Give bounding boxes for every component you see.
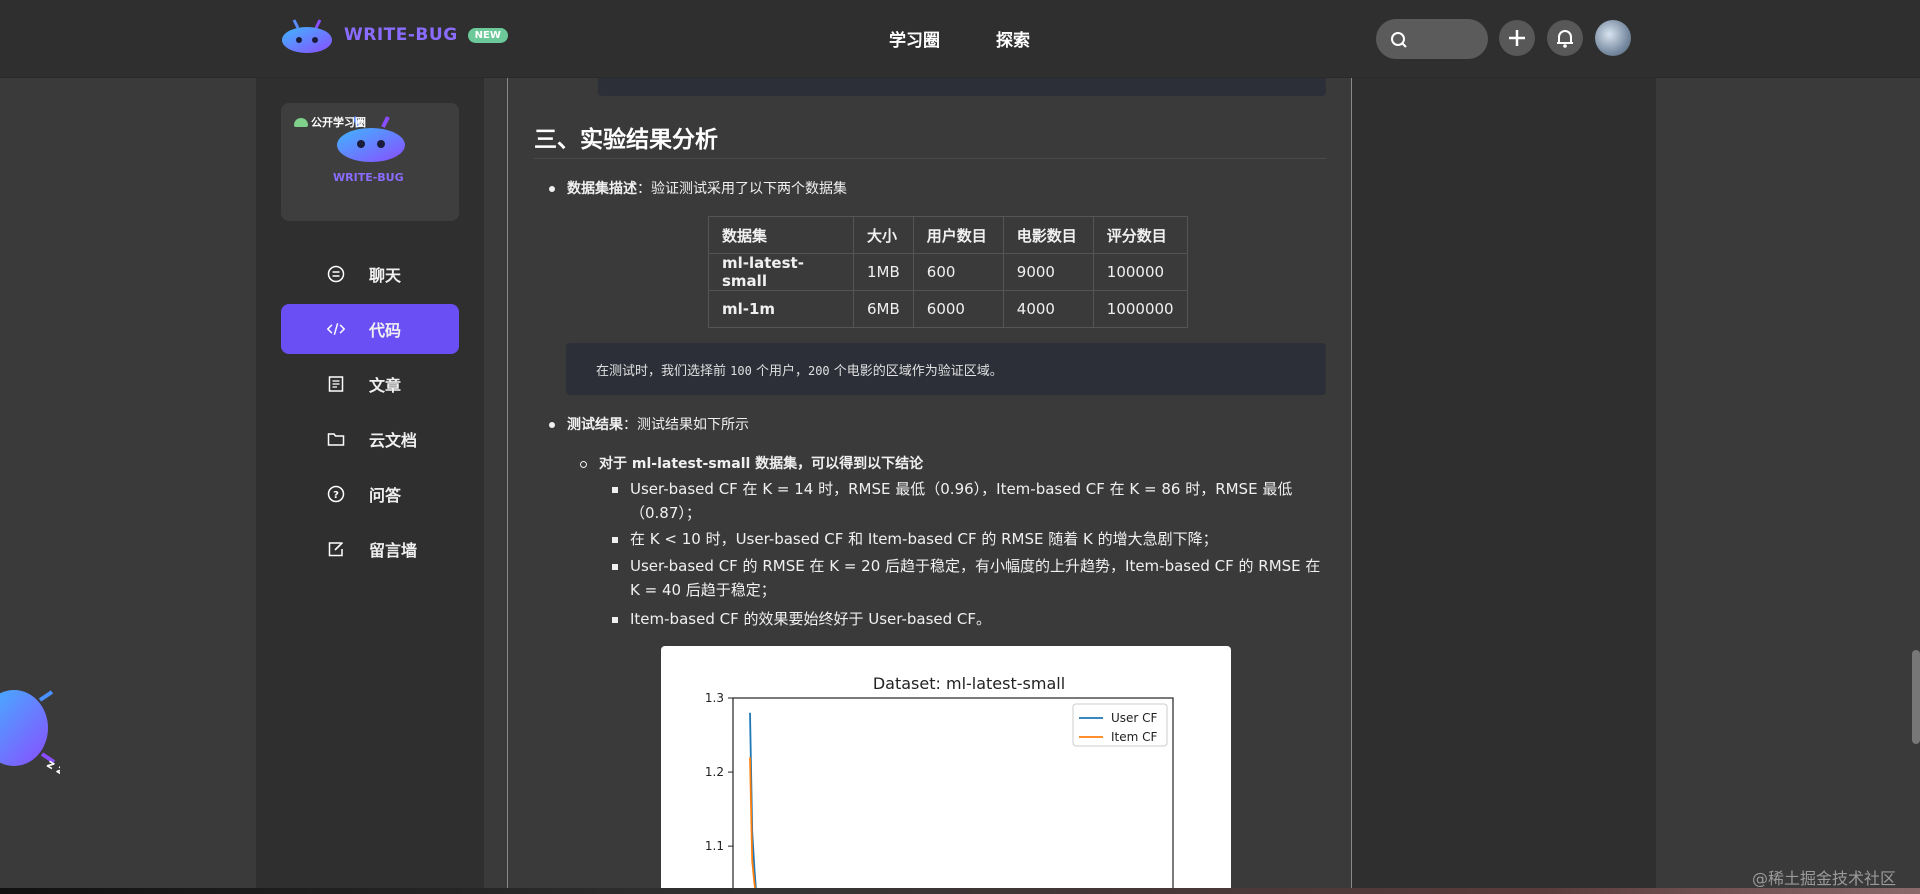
rmse-chart: Dataset: ml-latest-small 1.3 1.2 1.1 User … <box>661 646 1231 894</box>
dataset-table: 数据集 大小 用户数目 电影数目 评分数目 ml-latest-small 1M… <box>708 216 1188 328</box>
bullet-icon <box>612 536 618 543</box>
note-block: 在测试时，我们选择前 100 个用户，200 个电影的区域作为验证区域。 <box>566 343 1326 395</box>
conclusion-item: 在 K < 10 时，User-based CF 和 Item-based CF… <box>612 528 1218 549</box>
new-badge: NEW <box>467 27 508 43</box>
y-tick-label: 1.3 <box>705 691 724 705</box>
sidebar-item-label: 云文档 <box>369 431 418 450</box>
table-cell: 600 <box>912 253 1004 291</box>
sub-list-item: 对于 ml-latest-small 数据集，可以得到以下结论 <box>580 453 923 473</box>
table-header-cell: 数据集 <box>708 216 854 254</box>
notifications-button[interactable] <box>1547 20 1583 56</box>
folder-icon <box>327 430 345 448</box>
table-cell: 4000 <box>1002 290 1094 328</box>
conclusion-item: User-based CF 的 RMSE 在 K = 20 后趋于稳定，有小幅度… <box>612 554 1320 602</box>
article-icon <box>327 375 345 393</box>
sidebar-item-label: 文章 <box>369 376 402 395</box>
watermark: @稀土掘金技术社区 <box>1752 869 1897 888</box>
main-nav: 学习圈 探索 <box>889 26 1030 51</box>
y-tick-label: 1.2 <box>705 765 724 779</box>
logo[interactable]: WRITE-BUG NEW <box>280 16 508 54</box>
sidebar-item-chat[interactable]: 聊天 <box>281 249 459 299</box>
sleeping-mascot-icon: z z z <box>0 690 77 783</box>
table-header-row: 数据集 大小 用户数目 电影数目 评分数目 <box>708 216 1188 254</box>
code-icon <box>327 320 345 338</box>
right-sidebar <box>1352 78 1656 894</box>
chart-legend: User CF Item CF <box>1072 703 1168 747</box>
add-button[interactable] <box>1499 20 1535 56</box>
sleep-text: z z z <box>45 756 61 783</box>
brand-name: WRITE-BUG <box>344 25 458 45</box>
table-header-cell: 大小 <box>853 216 914 254</box>
table-row: ml-latest-small 1MB 600 9000 100000 <box>708 253 1188 291</box>
chat-icon <box>327 265 345 283</box>
chart-svg: Dataset: ml-latest-small 1.3 1.2 1.1 User … <box>705 674 1174 894</box>
bullet-icon <box>549 422 555 428</box>
page-scrollbar[interactable] <box>1912 650 1920 744</box>
bullet-icon <box>612 486 618 493</box>
table-cell: 1000000 <box>1092 290 1188 328</box>
conclusion-item: User-based CF 在 K = 14 时，RMSE 最低（0.96），I… <box>612 477 1292 525</box>
circle-tag: 公开学习圈 <box>294 114 366 130</box>
content-divider-left <box>507 78 508 894</box>
sidebar-item-label: 留言墙 <box>369 541 418 560</box>
sidebar-item-cloud-docs[interactable]: 云文档 <box>281 414 459 464</box>
conclusion-item: Item-based CF 的效果要始终好于 User-based CF。 <box>612 608 991 629</box>
legend-label: User CF <box>1111 711 1158 725</box>
bullet-icon <box>549 186 555 192</box>
top-navbar: WRITE-BUG NEW 学习圈 探索 <box>0 0 1920 78</box>
svg-text:?: ? <box>333 490 339 501</box>
legend-label: Item CF <box>1111 730 1158 744</box>
circle-card-brand: WRITE-BUG <box>333 171 404 184</box>
bullet-icon <box>580 460 587 468</box>
y-axis-ticks: 1.3 1.2 1.1 <box>705 691 733 853</box>
heading-divider <box>534 158 1326 159</box>
list-item: 数据集描述：验证测试采用了以下两个数据集 <box>549 178 847 198</box>
search-box[interactable] <box>1376 19 1488 59</box>
table-row: ml-1m 6MB 6000 4000 1000000 <box>708 290 1188 328</box>
sidebar-item-article[interactable]: 文章 <box>281 359 459 409</box>
chart-title: Dataset: ml-latest-small <box>873 674 1065 693</box>
sidebar-item-label: 问答 <box>369 486 402 505</box>
code-block <box>598 78 1326 96</box>
chart-series <box>749 712 758 894</box>
edit-icon <box>327 540 345 558</box>
sidebar-menu: 聊天 代码 文章 云文档 ? 问答 留言墙 <box>281 249 459 579</box>
sidebar-item-code[interactable]: 代码 <box>281 304 459 354</box>
mascot-logo-icon <box>280 16 334 54</box>
bell-icon <box>1557 30 1573 48</box>
table-header-cell: 电影数目 <box>1002 216 1094 254</box>
plus-icon <box>1509 30 1525 46</box>
bullet-icon <box>612 563 618 570</box>
section-heading: 三、实验结果分析 <box>534 127 718 153</box>
sleeping-mascot[interactable]: z z z <box>0 670 77 800</box>
table-cell: ml-latest-small <box>708 253 854 291</box>
table-header-cell: 评分数目 <box>1092 216 1188 254</box>
table-cell: ml-1m <box>708 290 854 328</box>
table-cell: 1MB <box>853 253 914 291</box>
user-avatar[interactable] <box>1595 20 1631 56</box>
table-cell: 9000 <box>1002 253 1094 291</box>
sidebar-item-qa[interactable]: ? 问答 <box>281 469 459 519</box>
search-icon <box>1391 32 1407 48</box>
table-header-cell: 用户数目 <box>912 216 1004 254</box>
bottom-strip <box>0 888 1920 894</box>
table-cell: 6MB <box>853 290 914 328</box>
sidebar-item-label: 聊天 <box>369 266 402 285</box>
sidebar-item-label: 代码 <box>369 321 402 340</box>
bullet-icon <box>612 616 618 623</box>
question-icon: ? <box>327 485 345 503</box>
android-icon <box>294 117 308 127</box>
table-cell: 6000 <box>912 290 1004 328</box>
list-item: 测试结果：测试结果如下所示 <box>549 414 749 434</box>
nav-study-circle[interactable]: 学习圈 <box>889 26 940 51</box>
nav-explore[interactable]: 探索 <box>996 26 1030 51</box>
sidebar-item-message-wall[interactable]: 留言墙 <box>281 524 459 574</box>
table-cell: 100000 <box>1092 253 1188 291</box>
y-tick-label: 1.1 <box>705 839 724 853</box>
